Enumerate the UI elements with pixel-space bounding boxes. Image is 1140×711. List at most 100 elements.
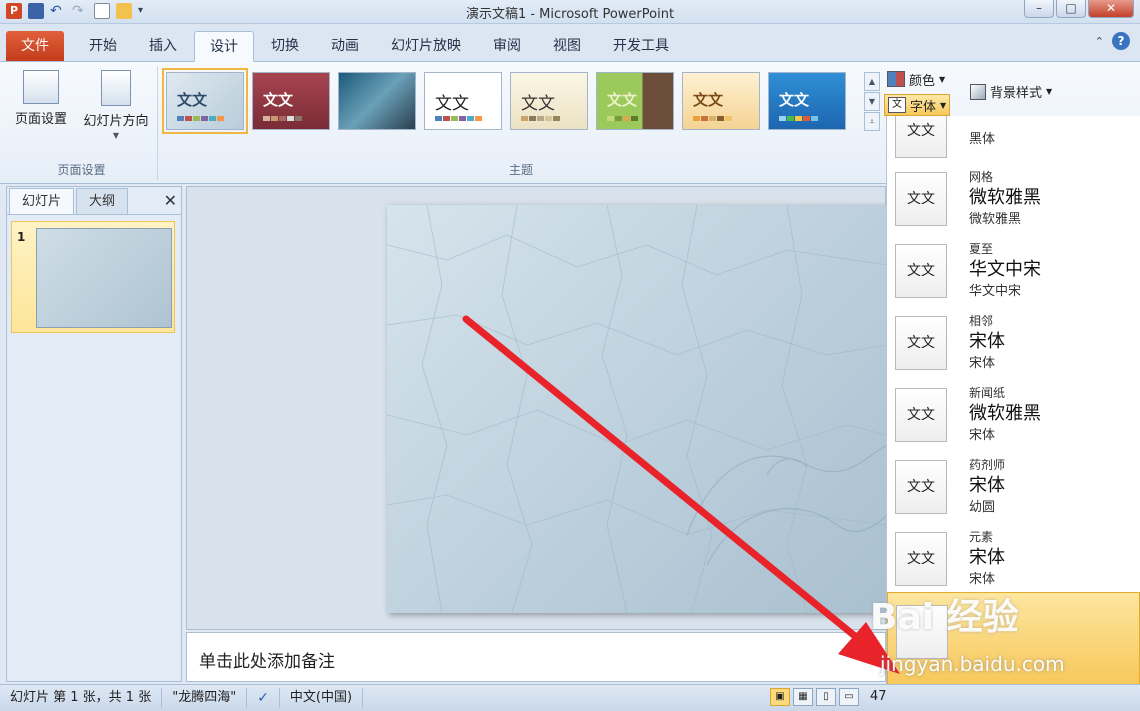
close-window-button[interactable]: ✕: [1088, 0, 1134, 18]
tab-slideshow[interactable]: 幻灯片放映: [376, 31, 476, 61]
slides-pane: 幻灯片 大纲 ✕ 1: [6, 186, 182, 682]
theme-thumbnail[interactable]: [338, 72, 416, 130]
font-heading: 华文中宋: [969, 259, 1041, 280]
colors-icon: [887, 71, 905, 87]
tab-review[interactable]: 审阅: [478, 31, 536, 61]
font-preview-box: 文文: [895, 172, 947, 226]
tab-insert[interactable]: 插入: [134, 31, 192, 61]
font-preview-box: 文文: [895, 460, 947, 514]
window-controls: – □ ✕: [1024, 0, 1134, 18]
theme-name-status[interactable]: "龙腾四海": [162, 688, 248, 708]
font-option[interactable]: 文文 黑体: [887, 116, 1140, 160]
gallery-scroll-up-button[interactable]: ▲: [864, 72, 880, 91]
maximize-button[interactable]: □: [1056, 0, 1086, 18]
theme-swatch: [521, 116, 560, 121]
theme-fonts-button[interactable]: 文 字体 ▼: [884, 94, 951, 116]
tab-animations[interactable]: 动画: [316, 31, 374, 61]
minimize-button[interactable]: –: [1024, 0, 1054, 18]
notes-pane[interactable]: 单击此处添加备注: [186, 632, 886, 682]
theme-swatch: [693, 116, 732, 121]
page-setup-group: 页面设置 幻灯片方向 ▼ 页面设置: [6, 66, 158, 180]
normal-view-icon[interactable]: ▣: [770, 688, 790, 706]
chevron-down-icon: ▼: [940, 100, 947, 110]
theme-swatch: [607, 116, 638, 121]
font-option[interactable]: 文文 网格 微软雅黑 微软雅黑: [887, 160, 1140, 232]
theme-swatch: [435, 116, 482, 121]
theme-thumbnail[interactable]: 文文: [682, 72, 760, 130]
ribbon-tabs: 文件 开始 插入 设计 切换 动画 幻灯片放映 审阅 视图 开发工具 ⌃ ?: [0, 24, 1140, 62]
spell-check-status[interactable]: ✓: [247, 688, 280, 708]
theme-thumbnail[interactable]: 文文: [252, 72, 330, 130]
page-setup-label: 页面设置: [14, 112, 67, 127]
tab-view[interactable]: 视图: [538, 31, 596, 61]
status-bar: 幻灯片 第 1 张，共 1 张 "龙腾四海" ✓ 中文(中国) ▣ ▦ ▯ ▭ …: [0, 684, 1140, 711]
title-bar: P ↶ ↷ ▾ 演示文稿1 - Microsoft PowerPoint – □…: [0, 0, 1140, 24]
slide-orientation-button[interactable]: 幻灯片方向 ▼: [76, 68, 156, 140]
slide-thumbnail[interactable]: [36, 228, 172, 328]
slide-orientation-icon: [101, 70, 131, 106]
zoom-level[interactable]: 47: [870, 689, 887, 704]
minimize-ribbon-icon[interactable]: ⌃: [1095, 35, 1104, 48]
theme-swatch: [263, 116, 302, 121]
slideshow-view-icon[interactable]: ▭: [839, 688, 859, 706]
font-heading: 宋体: [969, 475, 1005, 496]
slide-number: 1: [17, 230, 26, 244]
theme-thumbnail[interactable]: 文文: [596, 72, 674, 130]
page-setup-icon: [23, 70, 59, 104]
font-option[interactable]: 文文 药剂师 宋体 幼圆: [887, 448, 1140, 520]
font-body: 宋体: [969, 356, 996, 371]
theme-thumbnail[interactable]: 文文: [768, 72, 846, 130]
font-body: 宋体: [969, 572, 996, 587]
font-body: 华文中宋: [969, 284, 1022, 299]
fonts-icon: 文: [888, 97, 906, 113]
theme-preview-text: 文文: [435, 94, 469, 114]
reading-view-icon[interactable]: ▯: [816, 688, 836, 706]
theme-preview-text: 文文: [263, 91, 294, 109]
close-pane-icon[interactable]: ✕: [164, 191, 177, 210]
tab-transitions[interactable]: 切换: [256, 31, 314, 61]
themes-group-label: 主题: [508, 163, 533, 177]
tab-home[interactable]: 开始: [74, 31, 132, 61]
slides-pane-tabs: 幻灯片 大纲 ✕: [7, 187, 181, 215]
tab-file[interactable]: 文件: [6, 31, 64, 61]
slide-orientation-label: 幻灯片方向: [83, 114, 149, 129]
font-option[interactable]: 文文 元素 宋体 宋体: [887, 520, 1140, 592]
chevron-down-icon: ▼: [939, 74, 946, 84]
themes-group: 文文 文文 文文 文文 文文 文文 文文 ▲ ▼ ⩡ 主题: [160, 66, 882, 180]
font-body: 微软雅黑: [969, 212, 1022, 227]
help-icon[interactable]: ?: [1112, 32, 1130, 50]
tab-outline[interactable]: 大纲: [76, 188, 129, 214]
theme-thumbnail[interactable]: 文文: [162, 68, 248, 134]
slide-sorter-view-icon[interactable]: ▦: [793, 688, 813, 706]
font-option[interactable]: 文文 夏至 华文中宋 华文中宋: [887, 232, 1140, 304]
theme-preview-text: 文文: [177, 91, 208, 109]
theme-swatch: [177, 116, 224, 121]
tab-developer[interactable]: 开发工具: [598, 31, 684, 61]
background-styles-icon: [970, 83, 986, 100]
theme-thumbnail[interactable]: 文文: [424, 72, 502, 130]
font-option[interactable]: 文文 相邻 宋体 宋体: [887, 304, 1140, 376]
tab-design[interactable]: 设计: [194, 31, 254, 62]
page-setup-button[interactable]: 页面设置: [6, 68, 76, 127]
theme-thumbnail[interactable]: 文文: [510, 72, 588, 130]
theme-colors-button[interactable]: 颜色 ▼: [884, 68, 948, 90]
slide-editing-area: [186, 186, 887, 630]
theme-swatch: [779, 116, 818, 121]
tab-slides[interactable]: 幻灯片: [9, 188, 75, 214]
font-preview-box: 文文: [895, 388, 947, 442]
font-heading: 微软雅黑: [969, 403, 1041, 424]
background-styles-label: 背景样式: [990, 86, 1043, 101]
spell-check-icon: ✓: [257, 690, 269, 706]
font-preview-box: [896, 605, 948, 659]
slide-canvas[interactable]: [387, 205, 887, 613]
slide-thumbnail-selected[interactable]: 1: [11, 221, 175, 333]
font-heading: 微软雅黑: [969, 187, 1041, 208]
gallery-more-button[interactable]: ⩡: [864, 112, 880, 131]
theme-gallery: 文文 文文 文文 文文 文文 文文 文文: [162, 68, 846, 134]
gallery-scroll-down-button[interactable]: ▼: [864, 92, 880, 111]
font-body: 宋体: [969, 428, 996, 443]
background-styles-button[interactable]: 背景样式 ▼: [970, 82, 1052, 101]
font-option[interactable]: 文文 新闻纸 微软雅黑 宋体: [887, 376, 1140, 448]
theme-preview-text: 文文: [521, 94, 555, 114]
language-status[interactable]: 中文(中国): [280, 688, 364, 708]
